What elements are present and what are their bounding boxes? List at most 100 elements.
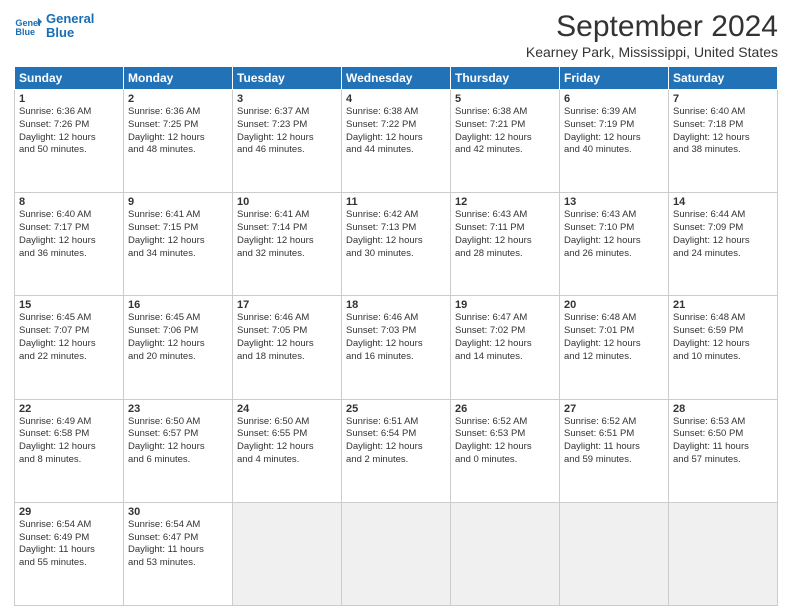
logo-text: GeneralBlue bbox=[46, 12, 94, 41]
day-detail: Sunrise: 6:38 AMSunset: 7:22 PMDaylight:… bbox=[346, 106, 446, 157]
calendar-row: 22Sunrise: 6:49 AMSunset: 6:58 PMDayligh… bbox=[15, 399, 778, 502]
day-number: 9 bbox=[128, 196, 228, 208]
day-number: 7 bbox=[673, 93, 773, 105]
logo-icon: General Blue bbox=[14, 12, 42, 40]
day-number: 25 bbox=[346, 403, 446, 415]
calendar-row: 1Sunrise: 6:36 AMSunset: 7:26 PMDaylight… bbox=[15, 90, 778, 193]
table-cell: 23Sunrise: 6:50 AMSunset: 6:57 PMDayligh… bbox=[124, 399, 233, 502]
col-wednesday: Wednesday bbox=[342, 67, 451, 90]
day-number: 10 bbox=[237, 196, 337, 208]
day-number: 20 bbox=[564, 299, 664, 311]
day-detail: Sunrise: 6:49 AMSunset: 6:58 PMDaylight:… bbox=[19, 416, 119, 467]
table-cell: 28Sunrise: 6:53 AMSunset: 6:50 PMDayligh… bbox=[669, 399, 778, 502]
table-cell: 8Sunrise: 6:40 AMSunset: 7:17 PMDaylight… bbox=[15, 193, 124, 296]
table-cell: 18Sunrise: 6:46 AMSunset: 7:03 PMDayligh… bbox=[342, 296, 451, 399]
table-cell: 5Sunrise: 6:38 AMSunset: 7:21 PMDaylight… bbox=[451, 90, 560, 193]
day-number: 15 bbox=[19, 299, 119, 311]
day-detail: Sunrise: 6:46 AMSunset: 7:05 PMDaylight:… bbox=[237, 312, 337, 363]
day-detail: Sunrise: 6:40 AMSunset: 7:17 PMDaylight:… bbox=[19, 209, 119, 260]
table-cell: 13Sunrise: 6:43 AMSunset: 7:10 PMDayligh… bbox=[560, 193, 669, 296]
table-cell bbox=[669, 502, 778, 605]
day-detail: Sunrise: 6:50 AMSunset: 6:55 PMDaylight:… bbox=[237, 416, 337, 467]
day-number: 21 bbox=[673, 299, 773, 311]
table-cell: 9Sunrise: 6:41 AMSunset: 7:15 PMDaylight… bbox=[124, 193, 233, 296]
day-detail: Sunrise: 6:41 AMSunset: 7:14 PMDaylight:… bbox=[237, 209, 337, 260]
month-title: September 2024 bbox=[526, 10, 778, 44]
day-number: 29 bbox=[19, 506, 119, 518]
table-cell: 30Sunrise: 6:54 AMSunset: 6:47 PMDayligh… bbox=[124, 502, 233, 605]
calendar-row: 15Sunrise: 6:45 AMSunset: 7:07 PMDayligh… bbox=[15, 296, 778, 399]
location-title: Kearney Park, Mississippi, United States bbox=[526, 44, 778, 60]
table-cell: 24Sunrise: 6:50 AMSunset: 6:55 PMDayligh… bbox=[233, 399, 342, 502]
col-tuesday: Tuesday bbox=[233, 67, 342, 90]
table-cell: 20Sunrise: 6:48 AMSunset: 7:01 PMDayligh… bbox=[560, 296, 669, 399]
day-number: 28 bbox=[673, 403, 773, 415]
day-detail: Sunrise: 6:50 AMSunset: 6:57 PMDaylight:… bbox=[128, 416, 228, 467]
day-number: 11 bbox=[346, 196, 446, 208]
day-detail: Sunrise: 6:51 AMSunset: 6:54 PMDaylight:… bbox=[346, 416, 446, 467]
table-cell: 3Sunrise: 6:37 AMSunset: 7:23 PMDaylight… bbox=[233, 90, 342, 193]
table-cell: 21Sunrise: 6:48 AMSunset: 6:59 PMDayligh… bbox=[669, 296, 778, 399]
col-saturday: Saturday bbox=[669, 67, 778, 90]
day-number: 18 bbox=[346, 299, 446, 311]
table-cell bbox=[451, 502, 560, 605]
col-friday: Friday bbox=[560, 67, 669, 90]
day-detail: Sunrise: 6:41 AMSunset: 7:15 PMDaylight:… bbox=[128, 209, 228, 260]
col-sunday: Sunday bbox=[15, 67, 124, 90]
calendar-table: Sunday Monday Tuesday Wednesday Thursday… bbox=[14, 66, 778, 606]
calendar-row: 8Sunrise: 6:40 AMSunset: 7:17 PMDaylight… bbox=[15, 193, 778, 296]
table-cell: 25Sunrise: 6:51 AMSunset: 6:54 PMDayligh… bbox=[342, 399, 451, 502]
day-detail: Sunrise: 6:45 AMSunset: 7:07 PMDaylight:… bbox=[19, 312, 119, 363]
table-cell: 14Sunrise: 6:44 AMSunset: 7:09 PMDayligh… bbox=[669, 193, 778, 296]
table-cell bbox=[342, 502, 451, 605]
title-block: September 2024 Kearney Park, Mississippi… bbox=[526, 10, 778, 60]
day-detail: Sunrise: 6:36 AMSunset: 7:26 PMDaylight:… bbox=[19, 106, 119, 157]
col-thursday: Thursday bbox=[451, 67, 560, 90]
table-cell: 7Sunrise: 6:40 AMSunset: 7:18 PMDaylight… bbox=[669, 90, 778, 193]
table-cell: 11Sunrise: 6:42 AMSunset: 7:13 PMDayligh… bbox=[342, 193, 451, 296]
day-detail: Sunrise: 6:40 AMSunset: 7:18 PMDaylight:… bbox=[673, 106, 773, 157]
table-cell: 16Sunrise: 6:45 AMSunset: 7:06 PMDayligh… bbox=[124, 296, 233, 399]
header: General Blue GeneralBlue September 2024 … bbox=[14, 10, 778, 60]
day-detail: Sunrise: 6:52 AMSunset: 6:53 PMDaylight:… bbox=[455, 416, 555, 467]
day-number: 26 bbox=[455, 403, 555, 415]
day-number: 12 bbox=[455, 196, 555, 208]
day-detail: Sunrise: 6:38 AMSunset: 7:21 PMDaylight:… bbox=[455, 106, 555, 157]
day-detail: Sunrise: 6:48 AMSunset: 7:01 PMDaylight:… bbox=[564, 312, 664, 363]
day-detail: Sunrise: 6:47 AMSunset: 7:02 PMDaylight:… bbox=[455, 312, 555, 363]
day-number: 30 bbox=[128, 506, 228, 518]
day-number: 1 bbox=[19, 93, 119, 105]
table-cell: 4Sunrise: 6:38 AMSunset: 7:22 PMDaylight… bbox=[342, 90, 451, 193]
table-cell: 15Sunrise: 6:45 AMSunset: 7:07 PMDayligh… bbox=[15, 296, 124, 399]
table-cell: 29Sunrise: 6:54 AMSunset: 6:49 PMDayligh… bbox=[15, 502, 124, 605]
day-number: 4 bbox=[346, 93, 446, 105]
day-number: 14 bbox=[673, 196, 773, 208]
day-detail: Sunrise: 6:36 AMSunset: 7:25 PMDaylight:… bbox=[128, 106, 228, 157]
day-number: 24 bbox=[237, 403, 337, 415]
day-detail: Sunrise: 6:44 AMSunset: 7:09 PMDaylight:… bbox=[673, 209, 773, 260]
day-number: 23 bbox=[128, 403, 228, 415]
day-detail: Sunrise: 6:54 AMSunset: 6:47 PMDaylight:… bbox=[128, 519, 228, 570]
day-detail: Sunrise: 6:45 AMSunset: 7:06 PMDaylight:… bbox=[128, 312, 228, 363]
day-number: 16 bbox=[128, 299, 228, 311]
day-number: 6 bbox=[564, 93, 664, 105]
day-detail: Sunrise: 6:39 AMSunset: 7:19 PMDaylight:… bbox=[564, 106, 664, 157]
col-monday: Monday bbox=[124, 67, 233, 90]
table-cell: 1Sunrise: 6:36 AMSunset: 7:26 PMDaylight… bbox=[15, 90, 124, 193]
svg-text:Blue: Blue bbox=[15, 27, 35, 37]
day-detail: Sunrise: 6:43 AMSunset: 7:10 PMDaylight:… bbox=[564, 209, 664, 260]
table-cell: 12Sunrise: 6:43 AMSunset: 7:11 PMDayligh… bbox=[451, 193, 560, 296]
table-cell bbox=[560, 502, 669, 605]
table-cell bbox=[233, 502, 342, 605]
table-cell: 10Sunrise: 6:41 AMSunset: 7:14 PMDayligh… bbox=[233, 193, 342, 296]
day-detail: Sunrise: 6:54 AMSunset: 6:49 PMDaylight:… bbox=[19, 519, 119, 570]
day-number: 2 bbox=[128, 93, 228, 105]
day-number: 19 bbox=[455, 299, 555, 311]
day-detail: Sunrise: 6:46 AMSunset: 7:03 PMDaylight:… bbox=[346, 312, 446, 363]
day-detail: Sunrise: 6:43 AMSunset: 7:11 PMDaylight:… bbox=[455, 209, 555, 260]
day-number: 17 bbox=[237, 299, 337, 311]
calendar-row: 29Sunrise: 6:54 AMSunset: 6:49 PMDayligh… bbox=[15, 502, 778, 605]
logo: General Blue GeneralBlue bbox=[14, 12, 94, 41]
header-row: Sunday Monday Tuesday Wednesday Thursday… bbox=[15, 67, 778, 90]
day-number: 5 bbox=[455, 93, 555, 105]
